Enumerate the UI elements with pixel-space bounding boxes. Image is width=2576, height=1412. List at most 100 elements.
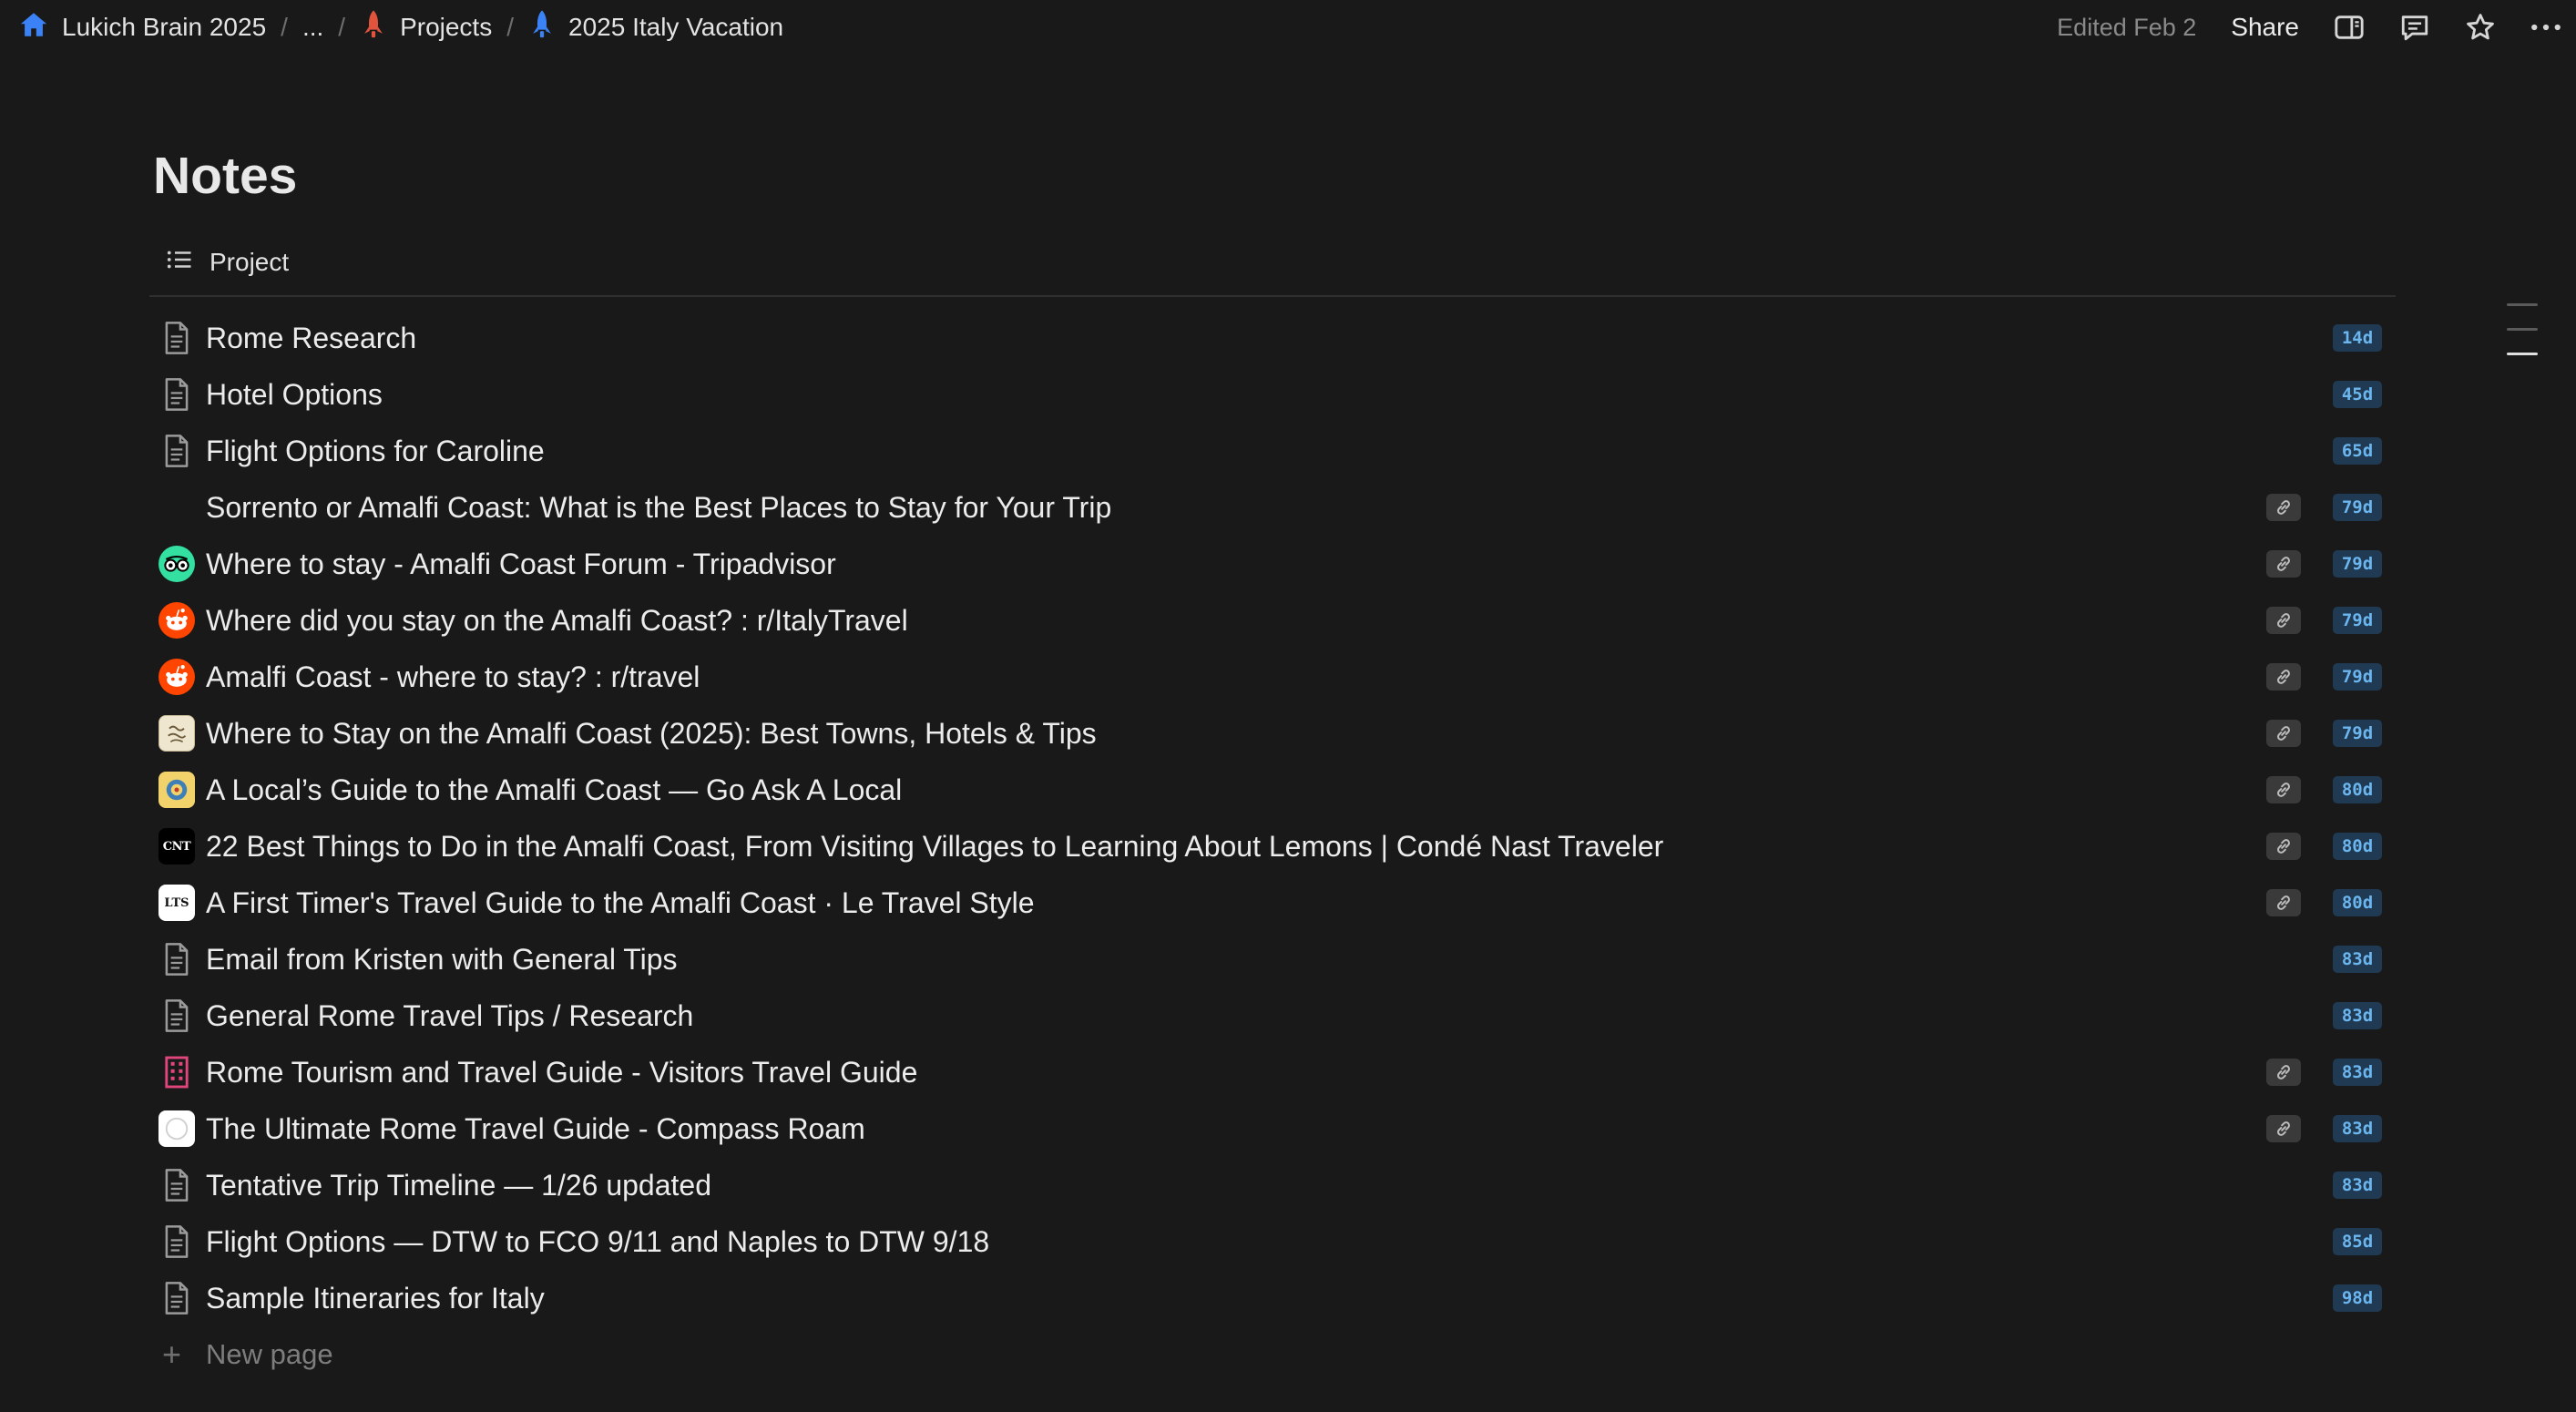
link-icon[interactable] bbox=[2266, 1059, 2301, 1086]
breadcrumb-separator: / bbox=[506, 13, 514, 41]
comment-icon[interactable] bbox=[2399, 12, 2430, 43]
site-favicon-icon[interactable] bbox=[158, 715, 195, 752]
list-item-title[interactable]: Rome Tourism and Travel Guide - Visitors… bbox=[206, 1056, 917, 1090]
list-item-title[interactable]: A First Timer's Travel Guide to the Amal… bbox=[206, 886, 1035, 920]
outline-marker[interactable] bbox=[2507, 303, 2538, 306]
list-item[interactable]: Sample Itineraries for Italy 98d bbox=[149, 1270, 2396, 1326]
sidebar-panel-icon[interactable] bbox=[2334, 12, 2365, 43]
list-item-title[interactable]: Amalfi Coast - where to stay? : r/travel bbox=[206, 660, 700, 694]
list-item[interactable]: Rome Tourism and Travel Guide - Visitors… bbox=[149, 1044, 2396, 1100]
breadcrumb: Lukich Brain 2025 / ... / Projects / 202… bbox=[13, 5, 789, 50]
breadcrumb-projects[interactable]: Projects bbox=[354, 5, 497, 50]
list-item-title[interactable]: Sorrento or Amalfi Coast: What is the Be… bbox=[206, 491, 1111, 525]
page-icon[interactable] bbox=[158, 320, 195, 356]
age-badge: 45d bbox=[2333, 381, 2382, 408]
list-item-title[interactable]: Where to stay - Amalfi Coast Forum - Tri… bbox=[206, 547, 836, 581]
age-badge: 80d bbox=[2333, 776, 2382, 803]
breadcrumb-workspace[interactable]: Lukich Brain 2025 bbox=[13, 5, 271, 50]
share-button[interactable]: Share bbox=[2231, 13, 2299, 42]
age-badge: 80d bbox=[2333, 833, 2382, 860]
breadcrumb-ellipsis[interactable]: ... bbox=[297, 9, 329, 46]
list-item-title[interactable]: Sample Itineraries for Italy bbox=[206, 1282, 545, 1315]
breadcrumb-current-label: 2025 Italy Vacation bbox=[568, 13, 784, 41]
link-icon[interactable] bbox=[2266, 776, 2301, 803]
page-outline[interactable] bbox=[2507, 303, 2538, 377]
list-item[interactable]: General Rome Travel Tips / Research 83d bbox=[149, 987, 2396, 1044]
age-badge: 83d bbox=[2333, 1115, 2382, 1142]
age-badge: 98d bbox=[2333, 1284, 2382, 1312]
list-item-title[interactable]: Flight Options — DTW to FCO 9/11 and Nap… bbox=[206, 1225, 989, 1259]
outline-marker-active[interactable] bbox=[2507, 353, 2538, 355]
list-item[interactable]: Email from Kristen with General Tips 83d bbox=[149, 931, 2396, 987]
page-title[interactable]: Notes bbox=[153, 146, 2396, 206]
plus-icon: + bbox=[162, 1335, 182, 1373]
list-item[interactable]: Flight Options for Caroline 65d bbox=[149, 423, 2396, 479]
edited-timestamp: Edited Feb 2 bbox=[2057, 13, 2197, 41]
list-item[interactable]: Rome Research 14d bbox=[149, 310, 2396, 366]
list-item[interactable]: Flight Options — DTW to FCO 9/11 and Nap… bbox=[149, 1213, 2396, 1270]
list-item-title[interactable]: Flight Options for Caroline bbox=[206, 435, 545, 468]
list-item[interactable]: Where to Stay on the Amalfi Coast (2025)… bbox=[149, 705, 2396, 762]
go-ask-a-local-icon[interactable] bbox=[158, 772, 195, 808]
page-icon[interactable] bbox=[158, 941, 195, 977]
list-item[interactable]: Where to stay - Amalfi Coast Forum - Tri… bbox=[149, 536, 2396, 592]
main-content: Notes Project Rome Research 14d Hotel Opti… bbox=[149, 146, 2396, 1383]
link-icon[interactable] bbox=[2266, 889, 2301, 916]
list-view-icon bbox=[166, 248, 193, 278]
list-item-title[interactable]: Where to Stay on the Amalfi Coast (2025)… bbox=[206, 717, 1097, 751]
list-item[interactable]: The Ultimate Rome Travel Guide - Compass… bbox=[149, 1100, 2396, 1157]
list-item[interactable]: Amalfi Coast - where to stay? : r/travel… bbox=[149, 649, 2396, 705]
star-icon[interactable] bbox=[2465, 12, 2496, 43]
top-bar: Lukich Brain 2025 / ... / Projects / 202… bbox=[0, 0, 2576, 55]
link-icon[interactable] bbox=[2266, 1115, 2301, 1142]
link-icon[interactable] bbox=[2266, 494, 2301, 521]
list-item[interactable]: A Local’s Guide to the Amalfi Coast — Go… bbox=[149, 762, 2396, 818]
lts-icon[interactable]: LTS bbox=[158, 885, 195, 921]
link-icon[interactable] bbox=[2266, 607, 2301, 634]
list-item-title[interactable]: The Ultimate Rome Travel Guide - Compass… bbox=[206, 1112, 865, 1146]
link-icon[interactable] bbox=[2266, 720, 2301, 747]
age-badge: 79d bbox=[2333, 550, 2382, 578]
list-item[interactable]: Hotel Options 45d bbox=[149, 366, 2396, 423]
view-tab-project[interactable]: Project bbox=[149, 242, 2396, 282]
breadcrumb-workspace-label: Lukich Brain 2025 bbox=[62, 13, 267, 41]
link-icon[interactable] bbox=[2266, 663, 2301, 691]
breadcrumb-separator: / bbox=[338, 13, 346, 41]
tripadvisor-icon[interactable] bbox=[158, 546, 195, 582]
reddit-icon[interactable] bbox=[158, 602, 195, 639]
reddit-icon[interactable] bbox=[158, 659, 195, 695]
list-item-title[interactable]: General Rome Travel Tips / Research bbox=[206, 999, 693, 1033]
breadcrumb-current-page[interactable]: 2025 Italy Vacation bbox=[523, 5, 789, 50]
list-item[interactable]: Where did you stay on the Amalfi Coast? … bbox=[149, 592, 2396, 649]
page-icon[interactable] bbox=[158, 998, 195, 1034]
list-item[interactable]: LTS A First Timer's Travel Guide to the A… bbox=[149, 875, 2396, 931]
list-item[interactable]: Sorrento or Amalfi Coast: What is the Be… bbox=[149, 479, 2396, 536]
page-icon[interactable] bbox=[158, 376, 195, 413]
compass-roam-icon[interactable] bbox=[158, 1110, 195, 1147]
list-item[interactable]: CNT 22 Best Things to Do in the Amalfi Co… bbox=[149, 818, 2396, 875]
list-item-title[interactable]: Where did you stay on the Amalfi Coast? … bbox=[206, 604, 908, 638]
list-item-title[interactable]: Hotel Options bbox=[206, 378, 383, 412]
list-item-title[interactable]: A Local’s Guide to the Amalfi Coast — Go… bbox=[206, 773, 902, 807]
page-icon[interactable] bbox=[158, 1223, 195, 1260]
page-icon[interactable] bbox=[158, 1167, 195, 1203]
age-badge: 83d bbox=[2333, 1172, 2382, 1199]
list-item-title[interactable]: 22 Best Things to Do in the Amalfi Coast… bbox=[206, 830, 1663, 864]
list-item-title[interactable]: Rome Research bbox=[206, 322, 416, 355]
link-icon[interactable] bbox=[2266, 550, 2301, 578]
age-badge: 14d bbox=[2333, 324, 2382, 352]
more-options-icon[interactable] bbox=[2530, 12, 2561, 43]
age-badge: 80d bbox=[2333, 889, 2382, 916]
new-page-button[interactable]: + New page bbox=[149, 1326, 2396, 1383]
link-icon[interactable] bbox=[2266, 833, 2301, 860]
list-item-title[interactable]: Tentative Trip Timeline — 1/26 updated bbox=[206, 1169, 711, 1202]
list-item[interactable]: Tentative Trip Timeline — 1/26 updated 83… bbox=[149, 1157, 2396, 1213]
cnt-icon[interactable]: CNT bbox=[158, 828, 195, 865]
building-icon[interactable] bbox=[158, 1054, 195, 1090]
page-icon[interactable] bbox=[158, 1280, 195, 1316]
list-item-title[interactable]: Email from Kristen with General Tips bbox=[206, 943, 678, 977]
outline-marker[interactable] bbox=[2507, 328, 2538, 331]
page-icon[interactable] bbox=[158, 433, 195, 469]
top-actions: Edited Feb 2 Share bbox=[2057, 12, 2561, 43]
new-page-label: New page bbox=[206, 1338, 333, 1370]
